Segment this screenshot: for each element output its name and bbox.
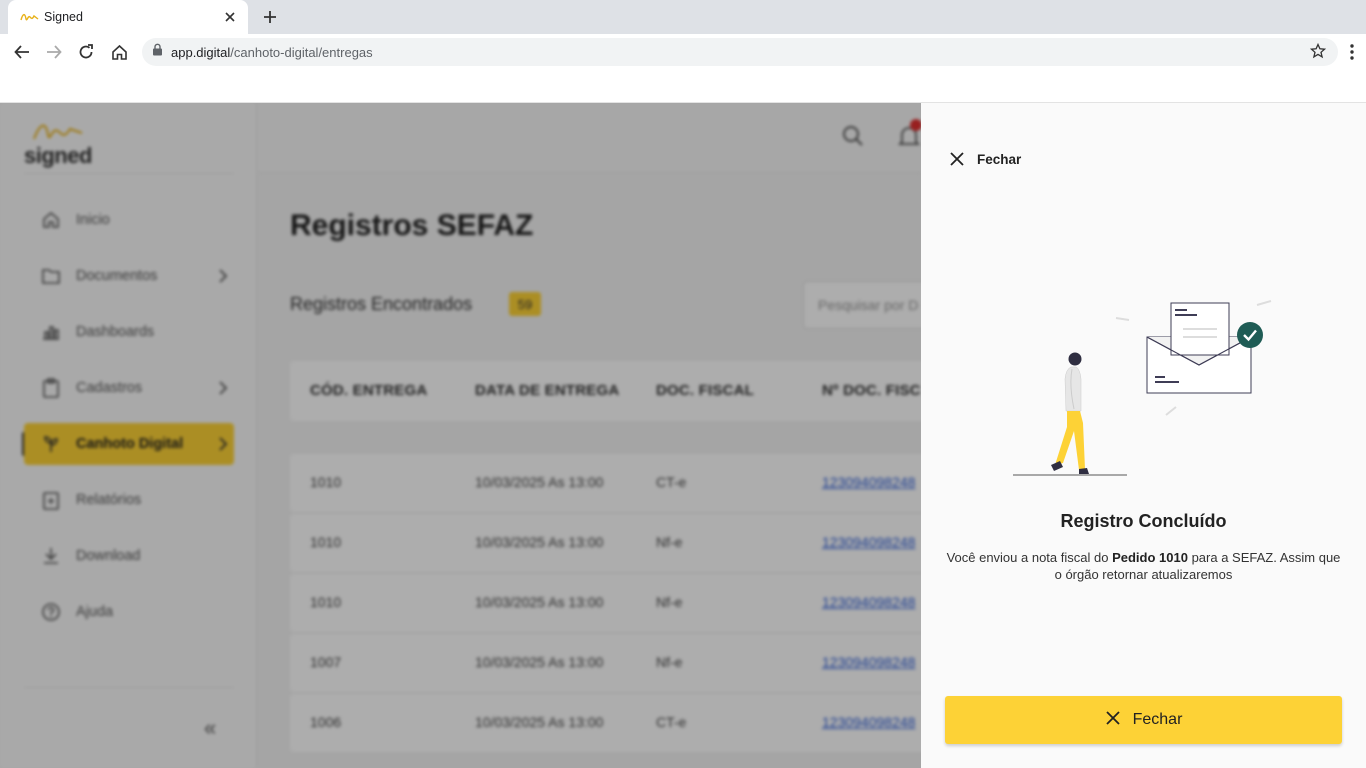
success-title: Registro Concluído [1060,511,1227,531]
close-icon [947,149,967,169]
back-icon[interactable] [10,40,34,64]
browser-menu-icon[interactable] [1342,40,1362,64]
success-drawer: Fechar Registro Concluído Você enviou a … [921,103,1366,768]
modal-backdrop[interactable] [0,103,921,768]
app-background: signed Inicio Documentos Dashboards Cada… [0,103,921,768]
browser-tab[interactable]: Signed [8,0,248,34]
address-bar[interactable]: app.digital/canhoto-digital/entregas [142,38,1338,66]
sent-envelope-illustration [1013,300,1272,476]
tab-close-icon[interactable] [222,9,238,25]
forward-icon[interactable] [42,40,66,64]
close-drawer-link[interactable]: Fechar [947,149,1021,169]
bookmark-star-icon[interactable] [1309,42,1327,64]
tab-title: Signed [44,10,83,24]
browser-tabstrip: Signed [0,0,1366,34]
new-tab-icon[interactable] [258,5,282,29]
close-button[interactable]: Fechar [945,696,1342,744]
url-text: app.digital/canhoto-digital/entregas [171,44,373,60]
page-top-strip [0,70,1366,103]
success-message: Você enviou a nota fiscal do Pedido 1010… [946,550,1341,582]
lock-icon [152,43,163,61]
close-icon [1105,710,1121,731]
signed-favicon-icon [20,10,40,24]
check-circle-icon [1237,322,1263,348]
reload-icon[interactable] [74,40,98,64]
home-page-icon[interactable] [107,40,131,64]
browser-toolbar: app.digital/canhoto-digital/entregas [0,34,1366,70]
